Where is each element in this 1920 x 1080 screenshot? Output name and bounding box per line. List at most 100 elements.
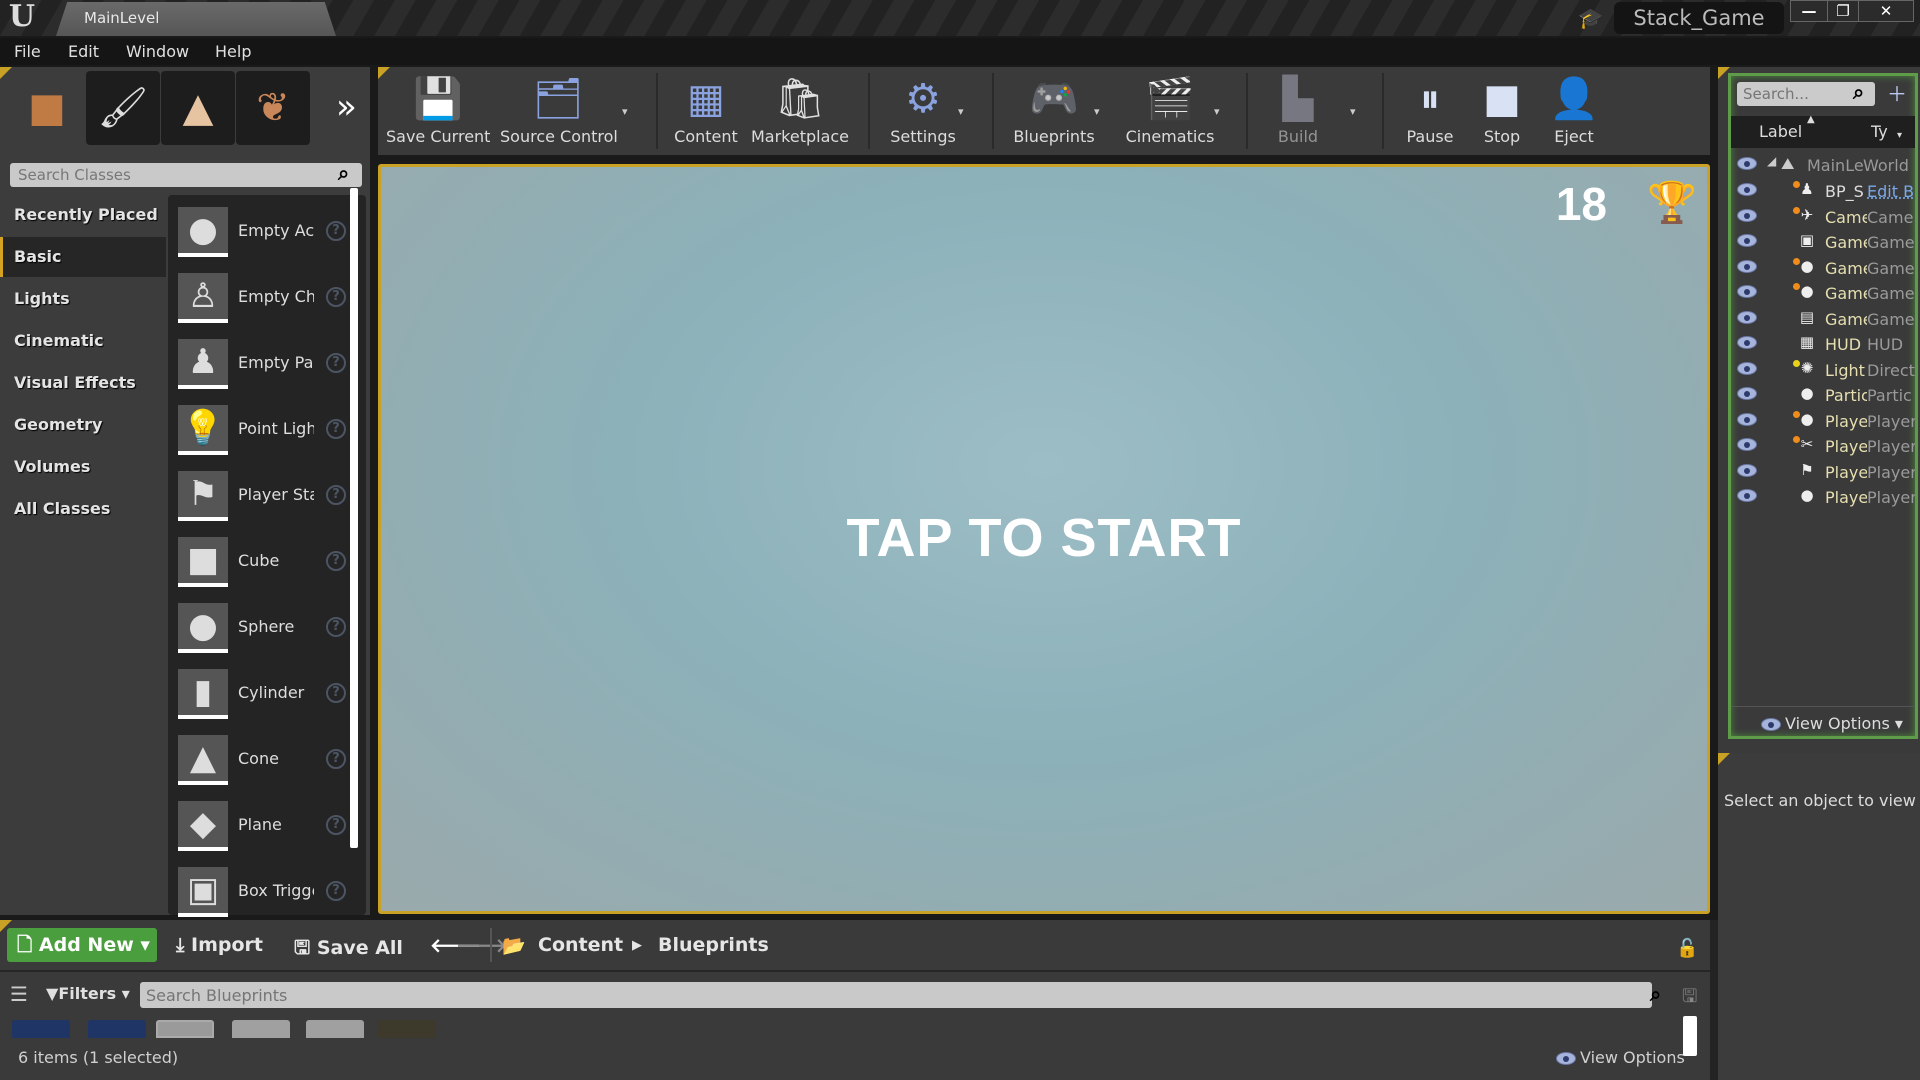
breadcrumb-blueprints[interactable]: Blueprints: [658, 934, 769, 956]
class-item[interactable]: ♙ Empty Character?: [178, 273, 348, 339]
save-search-icon[interactable]: 🖫: [1682, 984, 1697, 1014]
class-item[interactable]: ◆ Plane?: [178, 801, 348, 867]
pause-button[interactable]: ⏸ Pause: [1398, 71, 1462, 151]
class-item[interactable]: ▲ Cone?: [178, 735, 348, 801]
eye-icon[interactable]: [1737, 412, 1757, 426]
eye-icon[interactable]: [1737, 438, 1757, 451]
class-item[interactable]: 💡 Point Light?: [178, 405, 348, 471]
outliner-row[interactable]: ♟ BP_S Edit B: [1731, 180, 1915, 205]
eye-icon[interactable]: [1737, 489, 1757, 502]
help-icon[interactable]: ?: [326, 221, 346, 241]
import-button[interactable]: ⤓ Import: [176, 934, 263, 956]
class-item[interactable]: ■ Cube?: [178, 537, 348, 603]
filters-button[interactable]: ▼Filters ▾: [46, 984, 130, 1003]
search-classes-input[interactable]: [10, 163, 362, 187]
eject-button[interactable]: 👤 Eject: [1542, 71, 1606, 151]
asset-thumbnail[interactable]: [88, 1020, 146, 1038]
asset-thumbnail-selected[interactable]: [156, 1020, 214, 1038]
outliner-row[interactable]: ▤ GameGame: [1731, 308, 1915, 333]
category-recently-placed[interactable]: Recently Placed: [0, 195, 166, 235]
label-column-header[interactable]: Label: [1759, 122, 1802, 141]
eye-icon[interactable]: [1737, 157, 1757, 170]
outliner-row[interactable]: ✂ Playe Player: [1731, 435, 1915, 460]
cinematics-button[interactable]: 🎬 Cinematics: [1120, 71, 1220, 151]
eye-icon[interactable]: [1737, 208, 1757, 222]
add-folder-icon[interactable]: ＋: [1887, 78, 1907, 107]
class-list-scrollbar[interactable]: [350, 188, 358, 848]
eye-icon[interactable]: [1737, 463, 1757, 477]
help-icon[interactable]: ?: [326, 419, 346, 439]
asset-thumbnail[interactable]: [378, 1020, 436, 1038]
edit-blueprint-link[interactable]: Edit B: [1867, 182, 1914, 201]
eye-icon[interactable]: [1737, 387, 1757, 400]
stop-button[interactable]: ■ Stop: [1470, 71, 1534, 151]
outliner-row[interactable]: ● GameGame: [1731, 282, 1915, 307]
help-icon[interactable]: ?: [326, 353, 346, 373]
category-volumes[interactable]: Volumes: [0, 447, 166, 487]
panel-splitter[interactable]: [1710, 920, 1718, 1080]
level-tab[interactable]: MainLevel: [56, 2, 336, 36]
category-basic[interactable]: Basic: [0, 237, 166, 277]
eye-icon[interactable]: [1737, 336, 1757, 349]
type-column-header[interactable]: Ty: [1871, 122, 1888, 141]
asset-thumbnail[interactable]: [12, 1020, 70, 1038]
outliner-row[interactable]: ● Partic Partic: [1731, 384, 1915, 409]
class-item[interactable]: ▮ Cylinder?: [178, 669, 348, 735]
build-button[interactable]: ▙ Build: [1258, 71, 1338, 151]
settings-button[interactable]: ⚙ Settings: [880, 71, 966, 151]
help-icon[interactable]: ?: [326, 485, 346, 505]
class-item[interactable]: ● Sphere?: [178, 603, 348, 669]
content-button[interactable]: ▦ Content: [668, 71, 744, 151]
cinematics-dropdown-icon[interactable]: ▾: [1214, 105, 1220, 118]
build-dropdown-icon[interactable]: ▾: [1350, 105, 1356, 118]
outliner-row[interactable]: ✈ Came Came: [1731, 206, 1915, 231]
landscape-mode-button[interactable]: ▲: [161, 71, 235, 145]
outliner-view-options-button[interactable]: View Options ▾: [1761, 714, 1903, 733]
eye-icon[interactable]: [1737, 285, 1757, 298]
outliner-row[interactable]: ● Playe Player: [1731, 486, 1915, 511]
menu-help[interactable]: Help: [215, 42, 251, 61]
outliner-world-row[interactable]: ◢ ⛰ MainLe World: [1731, 154, 1915, 179]
search-icon[interactable]: ⌕: [1650, 982, 1661, 1006]
outliner-row[interactable]: ⚑ Playe Player: [1731, 461, 1915, 486]
level-viewport[interactable]: 18 🏆 TAP TO START: [378, 164, 1710, 914]
marketplace-button[interactable]: 🛍 Marketplace: [750, 71, 850, 151]
content-browser-scrollbar[interactable]: [1683, 1016, 1697, 1056]
search-icon[interactable]: ⌕: [338, 161, 349, 185]
cb-view-options-button[interactable]: View Options: [1556, 1048, 1685, 1067]
asset-thumbnail[interactable]: [306, 1020, 364, 1038]
class-item[interactable]: ♟ Empty Pawn?: [178, 339, 348, 405]
search-blueprints-input[interactable]: [140, 982, 1652, 1008]
eye-icon[interactable]: [1737, 259, 1757, 273]
outliner-row[interactable]: ▦ HUD HUD: [1731, 333, 1915, 358]
eye-icon[interactable]: [1737, 361, 1757, 375]
help-icon[interactable]: ?: [326, 287, 346, 307]
outliner-row[interactable]: ✺ Light Direct: [1731, 359, 1915, 384]
category-cinematic[interactable]: Cinematic: [0, 321, 166, 361]
outliner-row[interactable]: ● GameGame: [1731, 257, 1915, 282]
help-icon[interactable]: ?: [326, 815, 346, 835]
help-icon[interactable]: ?: [326, 551, 346, 571]
expand-arrow-icon[interactable]: ◢: [1767, 154, 1776, 168]
settings-dropdown-icon[interactable]: ▾: [958, 105, 964, 118]
class-item[interactable]: ● Empty Actor?: [178, 207, 348, 273]
breadcrumb-arrow-icon[interactable]: ▶: [632, 938, 642, 953]
source-control-dropdown-icon[interactable]: ▾: [622, 105, 628, 118]
tap-to-start-text[interactable]: TAP TO START: [381, 507, 1707, 569]
paint-mode-button[interactable]: 🖌: [86, 71, 160, 145]
outliner-row[interactable]: ▣ GameGame: [1731, 231, 1915, 256]
class-item[interactable]: ⚑ Player Start?: [178, 471, 348, 537]
restore-button[interactable]: ❐: [1827, 0, 1859, 22]
asset-thumbnail[interactable]: [232, 1020, 290, 1038]
blueprints-dropdown-icon[interactable]: ▾: [1094, 105, 1100, 118]
column-dropdown-icon[interactable]: ▾: [1897, 130, 1902, 141]
outliner-row[interactable]: ● Playe Player: [1731, 410, 1915, 435]
blueprints-button[interactable]: 🎮 Blueprints: [1006, 71, 1102, 151]
eye-icon[interactable]: [1737, 234, 1757, 247]
save-current-button[interactable]: 💾 Save Current: [386, 71, 490, 151]
more-modes-chevron-icon[interactable]: »: [336, 87, 357, 127]
sources-toggle-icon[interactable]: ☰: [10, 982, 28, 1006]
add-new-button[interactable]: 🗋 Add New ▾: [7, 928, 157, 962]
search-icon[interactable]: ⌕: [1853, 80, 1864, 104]
menu-window[interactable]: Window: [126, 42, 189, 61]
